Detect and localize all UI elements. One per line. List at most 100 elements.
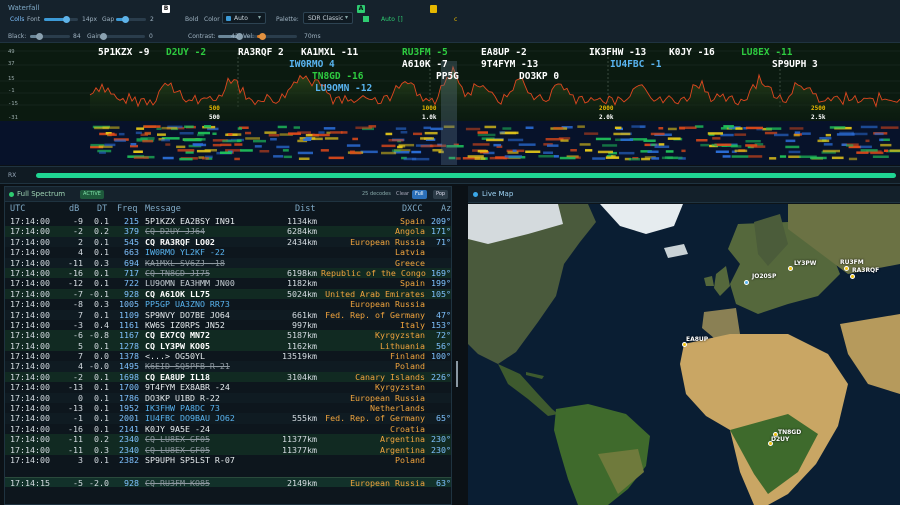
spectrum-call[interactable]: IW0RMO 4 [289, 59, 335, 70]
waterfall-trace [665, 150, 674, 153]
table-row[interactable]: 17:14:00 -3 0.4 1161 KW6S IZ0RPS JN52 997km It… [5, 320, 451, 330]
station-label-ly3pw[interactable]: LY3PW [794, 260, 816, 267]
table-row[interactable]: 17:14:00 -2 0.1 1698 CQ EA8UP IL18 3104km Cana… [5, 371, 451, 383]
col-dxcc[interactable]: DXCC [402, 204, 422, 214]
spectrum-call[interactable]: DO3KP 0 [519, 71, 559, 82]
gain-slider[interactable] [100, 33, 145, 40]
table-row[interactable]: 17:14:00 7 0.1 1109 SP9NVY DO7BE JO64 661km Fe… [5, 309, 451, 320]
table-row[interactable]: 17:14:00 -7 -0.1 928 CQ A61OK LL75 5024km Unit… [5, 288, 451, 300]
table-row[interactable]: 17:14:00 3 0.1 2382 SP9UPH SP5LST R-07 Poland [5, 455, 451, 465]
station-dot-ru3fm[interactable] [844, 266, 849, 271]
waterfall-trace [324, 137, 339, 140]
spectrum-call[interactable]: K0JY -16 [669, 47, 715, 58]
black-slider[interactable] [30, 33, 70, 40]
cell-dist: 555km [292, 413, 317, 424]
table-row[interactable]: 17:14:00 4 -0.0 1495 K6EID SQ5PFB R-21 Poland [5, 361, 451, 372]
col-dist[interactable]: Dist [295, 204, 315, 214]
table-row[interactable]: 17:14:00 -9 0.1 215 5P1KZX EA2BSY IN91 1134km… [5, 216, 451, 226]
spectrum-call[interactable]: PP5G [436, 71, 459, 82]
station-label-d2uy[interactable]: D2UY [771, 436, 789, 443]
spectrum-display[interactable]: 49 37 15 -1 -15 -31 500 1000 2000 2500 5… [0, 43, 900, 165]
station-dot-ly3pw[interactable] [788, 266, 793, 271]
table-row[interactable]: 17:14:00 -8 0.3 1005 PP5GP UA3ZNO RR73 Europe… [5, 299, 451, 309]
green-toggle[interactable] [363, 16, 369, 22]
waterfall-trace [381, 151, 397, 155]
table-row[interactable]: 17:14:00 -13 0.1 1952 IK3FHW PA8DC 73 Netherl… [5, 403, 451, 413]
spectrum-call[interactable]: RU3FM -5 [402, 47, 448, 58]
colls-label[interactable]: Colls [10, 16, 24, 23]
station-label-ea8up[interactable]: EA8UP [686, 336, 708, 343]
cell-dt: 0.1 [94, 267, 109, 278]
station-label-ru3fm[interactable]: RU3FM [840, 259, 864, 266]
spectrum-call[interactable]: EA8UP -2 [481, 47, 527, 58]
table-row[interactable]: 17:14:00 4 0.1 663 IW0RMO YL2KF -22 Latvia [5, 247, 451, 257]
col-utc[interactable]: UTC [10, 204, 25, 214]
table-row[interactable]: 17:14:00 7 0.0 1378 <...> OG50YL 13519km Finla… [5, 351, 451, 361]
spectrum-call[interactable]: A610K -7 [402, 59, 448, 70]
pop-button[interactable]: Pop [433, 190, 449, 199]
clear-button[interactable]: Clear [393, 190, 412, 199]
table-row[interactable]: 17:14:00 -1 0.1 2001 IU4FBC DO9BAU JO62 555km… [5, 413, 451, 424]
palette-dropdown[interactable]: SDR Classic ▾ [303, 12, 353, 24]
bold-label[interactable]: Bold [185, 16, 198, 23]
spectrum-call[interactable]: IU4FBC -1 [610, 59, 661, 70]
vel-slider[interactable] [257, 33, 297, 40]
station-dot-jo20sp[interactable] [744, 280, 749, 285]
world-map[interactable] [468, 204, 900, 505]
table-row[interactable]: 17:14:00 -11 0.2 2340 CQ LU8EX GF05 11377km Ar… [5, 434, 451, 445]
waterfall-trace [543, 151, 553, 154]
table-row[interactable]: 17:14:00 -16 0.1 2141 K0JY 9A5E -24 Croatia [5, 424, 451, 434]
table-row[interactable]: 17:14:00 5 0.1 1278 CQ LY3PW KO05 1162km Lithu… [5, 340, 451, 352]
highlight-badge[interactable] [430, 5, 437, 13]
panel-divider[interactable] [452, 186, 468, 505]
station-label-tn8gd[interactable]: TN8GD [778, 429, 801, 436]
font-slider[interactable] [44, 16, 78, 23]
spectrum-call[interactable]: SP9UPH 3 [772, 59, 818, 70]
spectrum-call[interactable]: LU9OMN -12 [315, 83, 372, 94]
table-row[interactable]: 17:14:00 -6 -0.8 1167 CQ EX7CQ MN72 5187km Kyr… [5, 330, 451, 341]
station-dot-ra3rqf[interactable] [850, 274, 855, 279]
table-row[interactable]: 17:14:00 0 0.1 1786 DO3KP U1BD R-22 European … [5, 392, 451, 404]
table-row[interactable]: 17:14:00 -11 0.3 2340 CQ LU8EX GF05 11377km Ar… [5, 444, 451, 455]
spectrum-call[interactable]: TN8GD -16 [312, 71, 363, 82]
col-db[interactable]: dB [69, 204, 79, 214]
spectrum-call[interactable]: 9T4FYM -13 [481, 59, 538, 70]
waterfall-trace [489, 156, 507, 160]
latest-decode-row[interactable]: 17:14:15 -5 -2.0 928 CQ RU3FM KO85 2149k… [5, 477, 451, 488]
spectrum-call[interactable]: IK3FHW -13 [589, 47, 646, 58]
spectrum-call[interactable]: KA1MXL -11 [301, 47, 358, 58]
cell-dt: 0.1 [94, 392, 109, 403]
table-row[interactable]: 17:14:00 -2 0.2 379 CQ D2UY JJ64 6284km Angola… [5, 226, 451, 237]
full-button[interactable]: Full [412, 190, 427, 199]
station-label-jo20sp[interactable]: JO20SP [752, 273, 776, 280]
table-row[interactable]: 17:14:00 2 0.1 545 CQ RA3RQF LO02 2434km Europ… [5, 236, 451, 248]
a-badge[interactable]: A [357, 5, 365, 13]
col-message[interactable]: Message [145, 204, 181, 214]
cell-freq: 1700 [119, 382, 139, 393]
spectrum-call[interactable]: RA3RQF 2 [238, 47, 284, 58]
table-row[interactable]: 17:14:00 -11 0.3 694 KA1MXL SV6ZJ -18 Greece [5, 257, 451, 268]
b-badge[interactable]: B [162, 5, 170, 13]
gap-slider[interactable] [116, 16, 146, 23]
auto-label[interactable]: Auto [381, 16, 395, 23]
cell-utc: 17:14:00 [10, 371, 50, 382]
table-row[interactable]: 17:14:00 -16 0.1 717 CQ TN8GD JI75 6198km Repu… [5, 267, 451, 279]
station-label-ra3rqf[interactable]: RA3RQF [852, 267, 879, 274]
col-az[interactable]: Az [441, 204, 451, 214]
waterfall-trace [823, 143, 833, 146]
cell-message: CQ D2UY JJ64 [145, 226, 205, 237]
table-row[interactable]: 17:14:00 -12 0.1 722 LU9OMN EA3HMM JN00 1182k… [5, 278, 451, 288]
resize-grip-icon[interactable] [456, 361, 458, 387]
cell-dt: 0.0 [94, 351, 109, 362]
table-row[interactable]: 17:14:00 -13 0.1 1700 9T4FYM EX8ABR -24 Kyrgy… [5, 382, 451, 392]
cell-db: -11 [68, 257, 83, 268]
col-dt[interactable]: DT [97, 204, 107, 214]
col-freq[interactable]: Freq [117, 204, 137, 214]
spectrum-call[interactable]: D2UY -2 [166, 47, 206, 58]
waterfall-trace [467, 155, 484, 158]
extra-toggle[interactable]: c [454, 16, 457, 23]
waterfall-trace [884, 149, 889, 152]
color-dropdown[interactable]: Auto ▾ [222, 12, 266, 24]
spectrum-call[interactable]: LU8EX -11 [741, 47, 792, 58]
spectrum-call[interactable]: 5P1KZX -9 [98, 47, 149, 58]
